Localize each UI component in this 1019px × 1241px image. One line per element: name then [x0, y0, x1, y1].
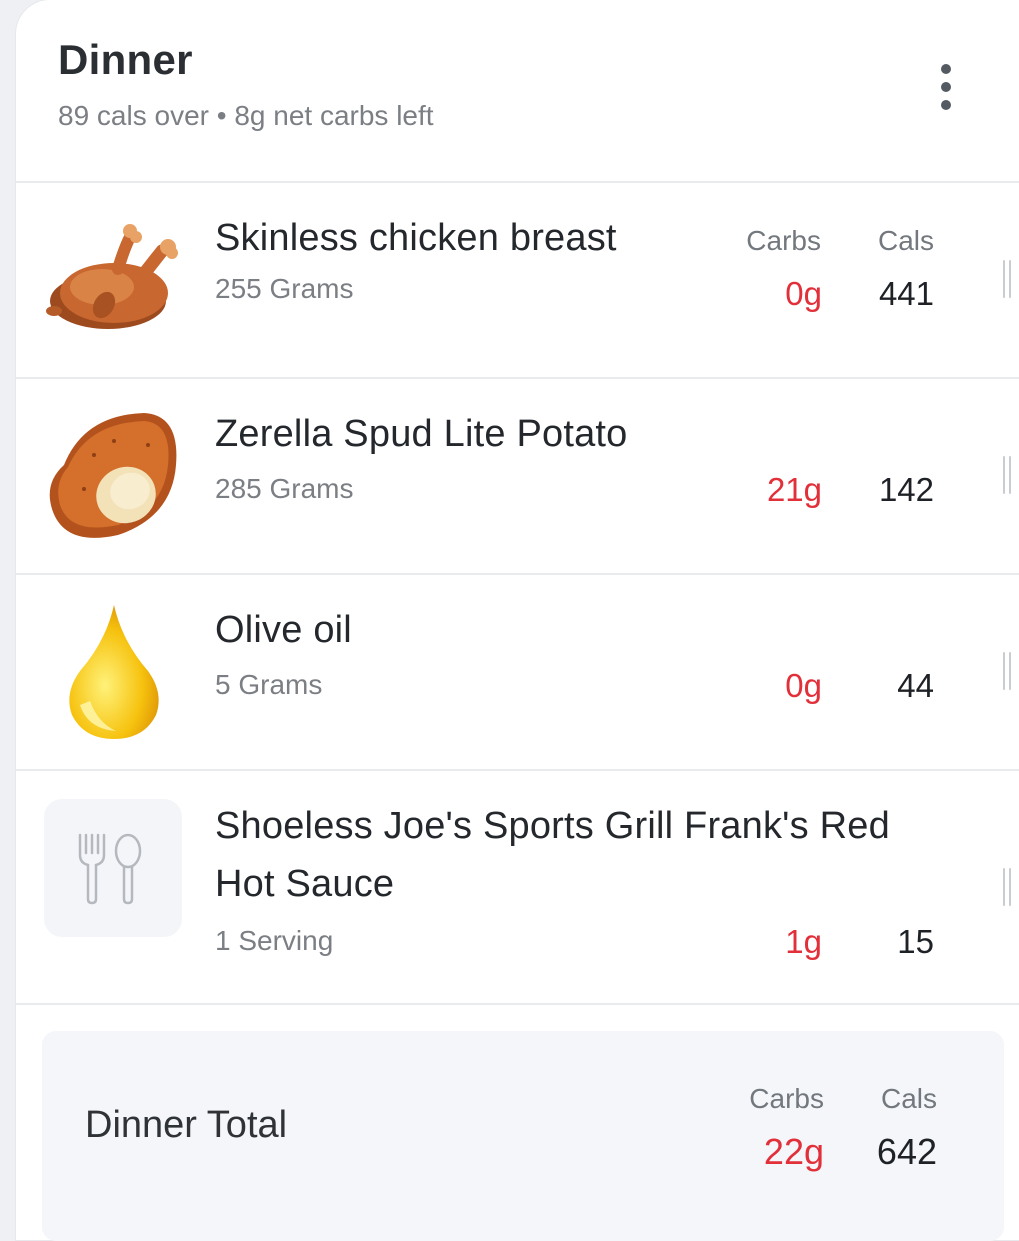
cals-value: 15 [897, 923, 934, 960]
fork-spoon-icon [44, 799, 182, 937]
total-label: Dinner Total [85, 1104, 288, 1146]
total-cals-value: 642 [876, 1131, 937, 1172]
oil-drop-icon [44, 601, 182, 739]
drag-handle-icon[interactable] [1003, 456, 1011, 494]
total-carbs-value: 22g [763, 1131, 824, 1172]
meal-header: Dinner 89 cals over • 8g net carbs left [16, 0, 1019, 183]
cals-column-label: Cals [880, 1083, 937, 1114]
carbs-value: 0g [785, 667, 822, 704]
roast-chicken-icon [44, 209, 182, 347]
carbs-value: 0g [785, 275, 822, 312]
more-options-icon[interactable] [928, 60, 964, 114]
food-quantity: 5 Grams [215, 669, 323, 700]
food-name: Shoeless Joe's Sports Grill Frank's Red … [215, 805, 890, 905]
meal-subtitle: 89 cals over • 8g net carbs left [58, 100, 434, 131]
dinner-card: Dinner 89 cals over • 8g net carbs left … [16, 0, 1019, 1241]
food-name: Skinless chicken breast [215, 217, 617, 259]
food-row-chicken[interactable]: Skinless chicken breast 255 Grams Carbs … [16, 183, 1019, 379]
cals-value: 441 [878, 275, 934, 312]
food-name: Olive oil [215, 609, 352, 651]
carbs-column-label: Carbs [749, 1083, 824, 1114]
meal-total-summary: Dinner Total Carbs Cals 22g 642 [42, 1031, 1004, 1241]
food-quantity: 1 Serving [215, 925, 334, 956]
drag-handle-icon[interactable] [1003, 260, 1011, 298]
food-row-potato[interactable]: Zerella Spud Lite Potato 285 Grams 21g 1… [16, 379, 1019, 575]
meal-title: Dinner [58, 36, 193, 83]
carbs-column-label: Carbs [746, 225, 821, 256]
cals-column-label: Cals [877, 225, 934, 256]
food-name: Zerella Spud Lite Potato [215, 413, 628, 455]
potato-icon [44, 405, 182, 543]
carbs-value: 21g [766, 471, 822, 508]
cals-value: 44 [897, 667, 934, 704]
cals-value: 142 [878, 471, 934, 508]
drag-handle-icon[interactable] [1003, 868, 1011, 906]
carbs-value: 1g [785, 923, 822, 960]
food-row-hot-sauce[interactable]: Shoeless Joe's Sports Grill Frank's Red … [16, 771, 1019, 1005]
food-row-olive-oil[interactable]: Olive oil 5 Grams 0g 44 [16, 575, 1019, 771]
food-quantity: 285 Grams [215, 473, 354, 504]
drag-handle-icon[interactable] [1003, 652, 1011, 690]
food-quantity: 255 Grams [215, 273, 354, 304]
